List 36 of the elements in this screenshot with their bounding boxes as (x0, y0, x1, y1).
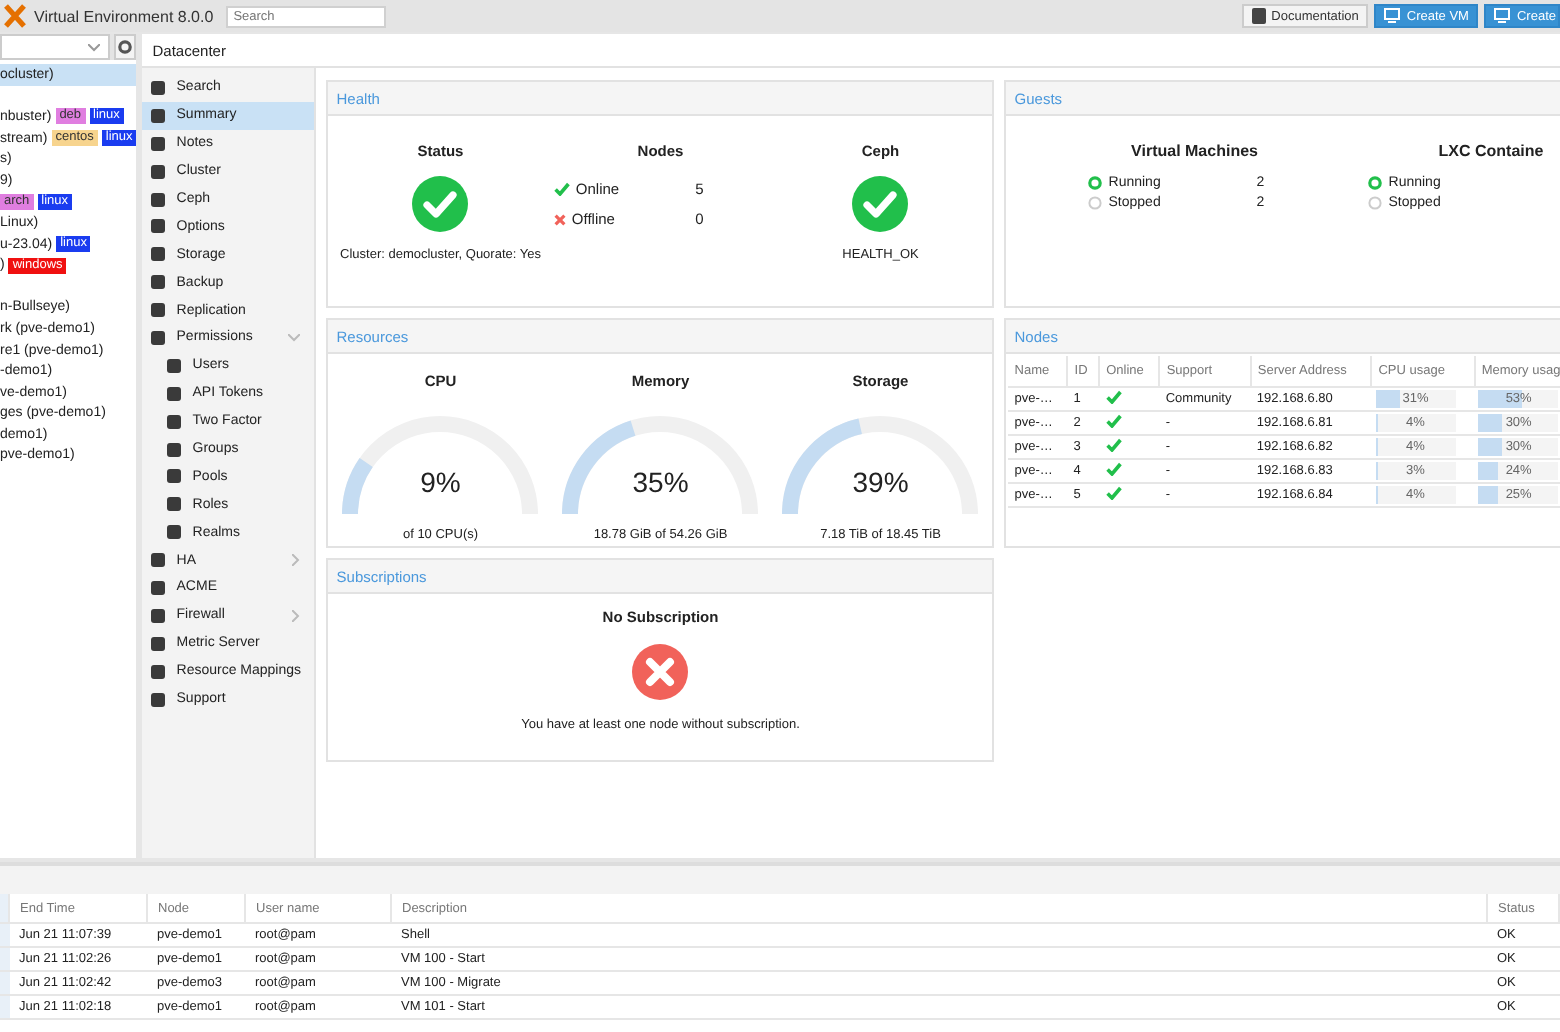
square-icon (166, 468, 183, 485)
square-icon (150, 246, 167, 263)
square-icon (150, 329, 167, 346)
column-heading: LXC Containe (1438, 142, 1546, 160)
monitor-icon (1384, 8, 1401, 24)
gauge-value: 39% (850, 466, 911, 498)
settings-icon (118, 40, 133, 54)
square-icon (150, 552, 167, 569)
square-icon (150, 163, 167, 180)
square-icon (150, 579, 167, 596)
square-icon (150, 274, 167, 291)
square-icon (150, 691, 167, 708)
product-name: Virtual Environment 8.0.0 (34, 7, 214, 25)
square-icon (166, 496, 183, 513)
gauge-value: 35% (630, 466, 691, 498)
square-icon (166, 357, 183, 374)
caret-icon (88, 43, 101, 51)
square-icon (150, 107, 167, 124)
monitor-icon (1494, 8, 1511, 24)
square-icon (150, 635, 167, 652)
gauge-value: 9% (418, 466, 463, 498)
square-icon (150, 663, 167, 680)
cross-icon (553, 213, 566, 225)
square-icon (166, 385, 183, 402)
square-icon (150, 135, 167, 152)
square-icon (166, 413, 183, 430)
square-icon (150, 302, 167, 319)
square-icon (150, 607, 167, 624)
check-icon (553, 182, 570, 196)
square-icon (166, 441, 183, 458)
square-icon (150, 191, 167, 207)
square-icon (150, 218, 167, 235)
settings-button[interactable] (114, 34, 137, 60)
square-icon (166, 524, 183, 541)
column-heading: Virtual Machines (1129, 142, 1260, 160)
square-icon (150, 79, 167, 96)
